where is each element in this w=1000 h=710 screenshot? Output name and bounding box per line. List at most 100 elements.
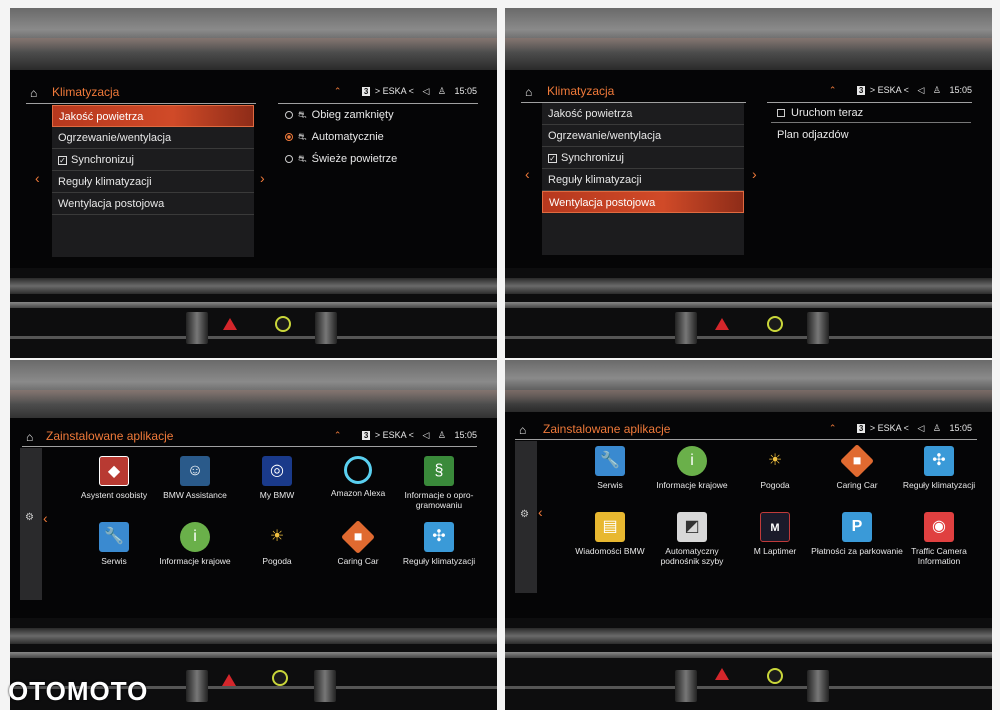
menu-item-sync[interactable]: ✓ Synchronizuj xyxy=(542,147,744,169)
clock: 15:05 xyxy=(949,423,972,433)
option-departure-plan[interactable]: Plan odjazdów xyxy=(777,129,849,141)
app-parking-payments[interactable]: P Płatności za parkowanie xyxy=(811,512,903,556)
menu-item-rules[interactable]: Reguły klimatyzacji xyxy=(52,171,254,193)
app-country-info[interactable]: i Informacje krajowe xyxy=(646,446,738,490)
hazard-icon[interactable] xyxy=(715,668,729,680)
chevron-up-icon[interactable]: ⌃ xyxy=(829,85,837,95)
weather-icon: ☀ xyxy=(269,528,285,545)
menu-item-parking-ventilation[interactable]: Wentylacja postojowa xyxy=(52,193,254,215)
chevron-left-icon[interactable]: ‹ xyxy=(35,170,40,186)
app-weather[interactable]: ☀ Pogoda xyxy=(231,522,323,566)
checkbox-checked-icon[interactable]: ✓ xyxy=(58,156,67,165)
parking-icon: P xyxy=(842,512,872,542)
knob-icon[interactable] xyxy=(767,316,783,332)
chevron-right-icon[interactable]: › xyxy=(752,166,757,182)
vent-icon xyxy=(807,670,829,702)
home-icon[interactable]: ⌂ xyxy=(525,85,532,99)
sidebar: ⚙ xyxy=(20,448,42,600)
app-my-bmw[interactable]: ◎ My BMW xyxy=(231,456,323,500)
app-personal-assistant[interactable]: ◆ Asystent osobisty xyxy=(68,456,160,500)
sidebar: ⚙ xyxy=(515,441,537,593)
settings-icon[interactable]: ⚙ xyxy=(520,509,529,520)
app-service[interactable]: 🔧 Serwis xyxy=(68,522,160,566)
hazard-icon[interactable] xyxy=(223,318,237,330)
app-bmw-assistance[interactable]: ☺ BMW Assistance xyxy=(149,456,241,500)
home-icon[interactable]: ⌂ xyxy=(519,423,526,437)
vent-icon xyxy=(315,312,337,344)
menu-item-parking-ventilation[interactable]: Wentylacja postojowa xyxy=(542,191,744,213)
app-weather[interactable]: ☀ Pogoda xyxy=(729,446,821,490)
app-country-info[interactable]: i Informacje krajowe xyxy=(149,522,241,566)
panel-klimatyzacja-parking-ventilation: ⌂ Klimatyzacja ⌃ 3 > ESKA < ◁ ♙ 15:05 ‹ … xyxy=(505,8,992,358)
header-bar: ⌂ Klimatyzacja ⌃ 3 > ESKA < ◁ ♙ 15:05 xyxy=(26,84,483,102)
header-bar: ⌂ Zainstalowane aplikacje ⌃ 3 > ESKA < ◁… xyxy=(515,421,978,439)
volume-icon: ◁ xyxy=(422,430,430,440)
panel-klimatyzacja-air-quality: ⌂ Klimatyzacja ⌃ 3 > ESKA < ◁ ♙ 15:05 ‹ … xyxy=(10,8,497,358)
menu-item-sync[interactable]: ✓ Synchronizuj xyxy=(52,149,254,171)
panel-installed-apps-1: ⌂ Zainstalowane aplikacje ⌃ 3 > ESKA < ◁… xyxy=(10,360,497,710)
car-airflow-icon: ⛐ xyxy=(298,132,307,143)
knob-icon[interactable] xyxy=(275,316,291,332)
camera-icon: ◉ xyxy=(924,512,954,542)
app-bmw-news[interactable]: ▤ Wiadomości BMW xyxy=(564,512,656,556)
vent-icon xyxy=(186,312,208,344)
hazard-icon[interactable] xyxy=(715,318,729,330)
divider xyxy=(515,439,977,440)
preset-badge: 3 xyxy=(361,431,371,440)
home-icon[interactable]: ⌂ xyxy=(26,430,33,444)
knob-icon[interactable] xyxy=(767,668,783,684)
option-automatic[interactable]: ⛐ Automatycznie xyxy=(285,131,384,145)
home-icon[interactable]: ⌂ xyxy=(30,86,37,100)
clock: 15:05 xyxy=(454,86,477,96)
app-traffic-camera[interactable]: ◉ Traffic Camera Information xyxy=(893,512,985,566)
chevron-left-icon[interactable]: ‹ xyxy=(525,166,530,182)
preset-badge: 3 xyxy=(361,87,371,96)
menu-item-heating[interactable]: Ogrzewanie/wentylacja xyxy=(542,125,744,147)
caring-car-icon: ◆ xyxy=(341,520,375,554)
app-auto-window-lift[interactable]: ◩ Automatyczny podnośnik szyby xyxy=(646,512,738,566)
menu-item-heating[interactable]: Ogrzewanie/wentylacja xyxy=(52,127,254,149)
hazard-icon[interactable] xyxy=(222,674,236,686)
user-icon: ♙ xyxy=(932,423,941,433)
app-m-laptimer[interactable]: MM Laptimer xyxy=(729,512,821,556)
menu-item-rules[interactable]: Reguły klimatyzacji xyxy=(542,169,744,191)
app-climate-rules[interactable]: ✣ Reguły klimatyzacji xyxy=(393,522,485,566)
app-software-info[interactable]: § Informacje o opro-gramowaniu xyxy=(393,456,485,510)
knob-icon[interactable] xyxy=(272,670,288,686)
headset-person-icon: ☺ xyxy=(180,456,210,486)
app-caring-car[interactable]: ◆ Caring Car xyxy=(312,520,404,566)
dashboard-top xyxy=(505,8,992,70)
center-console xyxy=(10,268,497,358)
caring-car-icon: ◆ xyxy=(840,444,874,478)
app-service[interactable]: 🔧 Serwis xyxy=(564,446,656,490)
radio-icon xyxy=(285,155,293,164)
menu-item-air-quality[interactable]: Jakość powietrza xyxy=(542,103,744,125)
checkbox-checked-icon[interactable]: ✓ xyxy=(548,154,557,163)
checkbox-icon xyxy=(777,109,785,118)
chevron-up-icon[interactable]: ⌃ xyxy=(334,86,342,96)
header-bar: ⌂ Klimatyzacja ⌃ 3 > ESKA < ◁ ♙ 15:05 xyxy=(521,83,978,101)
chevron-up-icon[interactable]: ⌃ xyxy=(829,423,837,433)
panel-installed-apps-2: ⌂ Zainstalowane aplikacje ⌃ 3 > ESKA < ◁… xyxy=(505,360,992,710)
car-airflow-icon: ⛐ xyxy=(298,110,307,121)
chevron-left-icon[interactable]: ‹ xyxy=(538,504,543,520)
user-icon: ♙ xyxy=(932,85,941,95)
settings-icon[interactable]: ⚙ xyxy=(25,512,34,523)
chevron-up-icon[interactable]: ⌃ xyxy=(334,430,342,440)
option-recirculation[interactable]: ⛐ Obieg zamknięty xyxy=(285,109,394,123)
chevron-left-icon[interactable]: ‹ xyxy=(43,510,48,526)
chevron-right-icon[interactable]: › xyxy=(260,170,265,186)
page-title: Zainstalowane aplikacje xyxy=(543,422,671,436)
option-start-now[interactable]: Uruchom teraz xyxy=(777,107,863,119)
app-climate-rules[interactable]: ✣ Reguły klimatyzacji xyxy=(893,446,985,490)
header-bar: ⌂ Zainstalowane aplikacje ⌃ 3 > ESKA < ◁… xyxy=(22,428,483,446)
app-amazon-alexa[interactable]: Amazon Alexa xyxy=(312,456,404,498)
alexa-icon xyxy=(344,456,372,484)
software-info-icon: § xyxy=(424,456,454,486)
center-console xyxy=(505,618,992,710)
menu-item-air-quality[interactable]: Jakość powietrza xyxy=(52,105,254,127)
app-caring-car[interactable]: ◆ Caring Car xyxy=(811,444,903,490)
divider xyxy=(278,103,478,104)
radio-station: > ESKA < xyxy=(374,430,414,440)
option-fresh-air[interactable]: ⛐ Świeże powietrze xyxy=(285,153,397,167)
